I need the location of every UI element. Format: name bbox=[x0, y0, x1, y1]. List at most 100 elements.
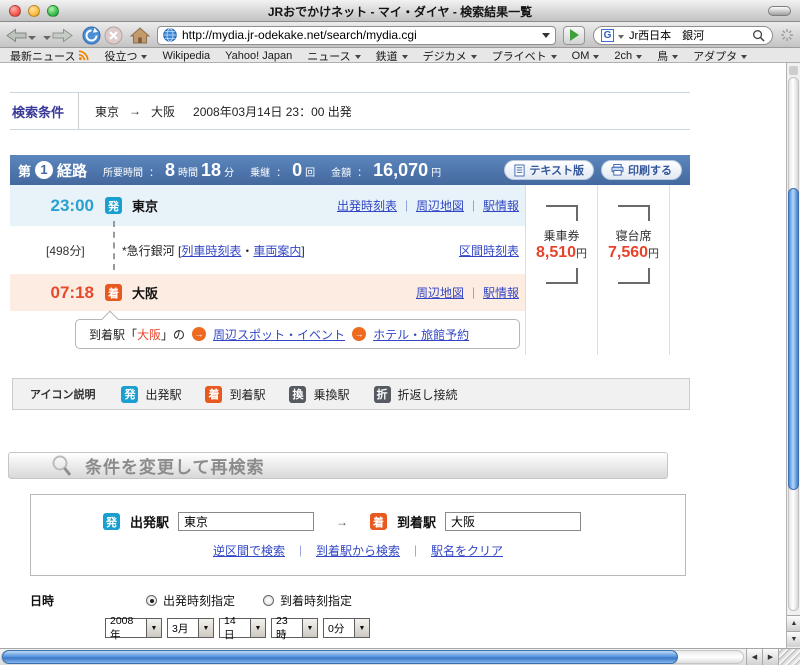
search-conditions-label: 検索条件 bbox=[12, 104, 65, 120]
select-arrow-icon[interactable]: ▼ bbox=[198, 619, 213, 637]
scroll-down-button[interactable]: ▼ bbox=[787, 631, 800, 647]
url-input[interactable] bbox=[182, 28, 537, 42]
bookmark-item-news[interactable]: 最新ニュース bbox=[10, 48, 89, 64]
text-version-button[interactable]: テキスト版 bbox=[504, 160, 594, 180]
fare-berth: 寝台席 7,560円 bbox=[598, 185, 670, 355]
radio-arrive-time[interactable]: 到着時刻指定 bbox=[263, 592, 352, 609]
datetime-label: 日時 bbox=[30, 594, 55, 608]
link-departure-timetable[interactable]: 出発時刻表 bbox=[337, 197, 397, 214]
bookmark-item-nyusu[interactable]: ニュース bbox=[307, 48, 361, 64]
select-arrow-icon[interactable]: ▼ bbox=[354, 619, 369, 637]
chevron-down-icon bbox=[141, 55, 148, 59]
v-scroll-thumb[interactable] bbox=[788, 188, 799, 490]
fare-price: 8,510円 bbox=[535, 244, 588, 261]
transfer-badge-icon: 換 bbox=[289, 385, 307, 403]
link-search-from-arrival[interactable]: 到着駅から検索 bbox=[316, 542, 400, 559]
forward-button[interactable] bbox=[41, 28, 73, 43]
search-field[interactable]: G bbox=[593, 25, 773, 45]
circle-arrow-icon: → bbox=[352, 327, 367, 341]
select-arrow-icon[interactable]: ▼ bbox=[302, 619, 317, 637]
print-button[interactable]: 印刷する bbox=[601, 160, 682, 180]
bookmark-item-wikipedia[interactable]: Wikipedia bbox=[162, 50, 210, 62]
search-engine-icon[interactable]: G bbox=[601, 28, 614, 42]
h-scroll-thumb[interactable] bbox=[2, 650, 678, 664]
go-button[interactable] bbox=[563, 25, 585, 45]
radio-depart-time[interactable]: 出発時刻指定 bbox=[146, 592, 235, 609]
zoom-window-button[interactable] bbox=[47, 5, 59, 17]
link-hotel-reservation[interactable]: ホテル・旅館予約 bbox=[373, 326, 469, 343]
radio-button-icon[interactable] bbox=[146, 595, 157, 606]
link-departure-station-info[interactable]: 駅情報 bbox=[483, 197, 519, 214]
legend-item-turnback: 折 折返し接続 bbox=[373, 385, 458, 403]
hour-select[interactable]: 23時 ▼ bbox=[271, 615, 318, 641]
route-amount: 金額 ： 16,070 円 bbox=[331, 159, 442, 180]
link-train-timetable[interactable]: 列車時刻表 bbox=[181, 244, 241, 258]
scroll-left-button[interactable]: ◀ bbox=[746, 649, 762, 665]
bookmark-item-tori[interactable]: 鳥 bbox=[657, 48, 679, 64]
search-input[interactable] bbox=[629, 29, 749, 41]
radio-button-icon[interactable] bbox=[263, 595, 275, 606]
link-reverse-search[interactable]: 逆区間で検索 bbox=[213, 542, 285, 559]
search-conditions-value: 東京 → 大阪 2008年03月14日 23：00 出発 bbox=[79, 103, 352, 120]
route-line bbox=[113, 221, 115, 270]
arrow-right-icon: → bbox=[129, 104, 142, 118]
v-scrollbar[interactable]: ▲ ▼ bbox=[786, 63, 800, 648]
stop-button[interactable] bbox=[104, 26, 123, 45]
back-button[interactable] bbox=[6, 28, 38, 43]
h-scrollbar[interactable]: ◀ ▶ bbox=[0, 648, 800, 665]
bookmark-item-yahoo-japan[interactable]: Yahoo! Japan bbox=[225, 50, 292, 62]
month-select[interactable]: 3月 ▼ bbox=[167, 618, 214, 638]
to-station-input[interactable] bbox=[445, 512, 582, 531]
bookmark-item-yakudatsu[interactable]: 役立つ bbox=[104, 48, 148, 64]
document-icon bbox=[514, 164, 525, 176]
scroll-right-button[interactable]: ▶ bbox=[762, 649, 778, 665]
minimize-window-button[interactable] bbox=[28, 5, 40, 17]
reload-icon bbox=[82, 26, 101, 44]
link-clear-stations[interactable]: 駅名をクリア bbox=[431, 542, 503, 559]
from-label: 出発駅 bbox=[130, 515, 170, 530]
chevron-down-icon bbox=[354, 55, 361, 59]
from-station-input[interactable] bbox=[178, 512, 315, 531]
minute-select[interactable]: 0分 ▼ bbox=[323, 618, 370, 638]
reload-button[interactable] bbox=[82, 26, 101, 45]
bookmark-item-2ch[interactable]: 2ch bbox=[614, 50, 643, 62]
route-number-badge: 1 bbox=[35, 161, 54, 179]
window-title: JRおでかけネット - マイ・ダイヤ - 検索結果一覧 bbox=[267, 4, 533, 19]
year-select[interactable]: 2008年 ▼ bbox=[105, 615, 162, 641]
bookmark-item-dejikame[interactable]: デジカメ bbox=[423, 48, 477, 64]
bookmark-item-private[interactable]: プライベト bbox=[492, 48, 557, 64]
resize-grip[interactable] bbox=[778, 649, 800, 665]
bookmark-item-om[interactable]: OM bbox=[572, 50, 600, 62]
link-spot-event[interactable]: 周辺スポット・イベント bbox=[213, 326, 345, 343]
fare-label: 乗車券 bbox=[543, 229, 580, 243]
select-arrow-icon[interactable]: ▼ bbox=[250, 619, 265, 637]
arrow-right-icon: → bbox=[336, 514, 349, 529]
scroll-up-button[interactable]: ▲ bbox=[787, 615, 800, 631]
forward-menu-arrow-icon[interactable] bbox=[43, 36, 51, 40]
toolbar-toggle-pill[interactable] bbox=[768, 6, 791, 16]
close-window-button[interactable] bbox=[9, 5, 21, 17]
link-car-info[interactable]: 車両案内 bbox=[253, 244, 301, 258]
research-title: 条件を変更して再検索 bbox=[85, 458, 265, 477]
back-menu-arrow-icon[interactable] bbox=[28, 36, 36, 40]
link-departure-area-map[interactable]: 周辺地図 bbox=[416, 197, 464, 214]
bookmark-item-adapter[interactable]: アダプタ bbox=[693, 48, 748, 64]
url-field[interactable] bbox=[157, 25, 556, 45]
select-arrow-icon[interactable]: ▼ bbox=[146, 619, 161, 637]
link-section-timetable[interactable]: 区間時刻表 bbox=[459, 242, 519, 259]
legend-item-transfer: 換 乗換駅 bbox=[289, 385, 350, 403]
search-engine-menu-arrow-icon[interactable] bbox=[618, 34, 624, 39]
bookmark-item-tetsudo[interactable]: 鉄道 bbox=[376, 48, 408, 64]
url-dropdown-arrow-icon[interactable] bbox=[542, 32, 550, 38]
legend-label: アイコン説明 bbox=[30, 389, 96, 401]
legend-item-arrive: 着 到着駅 bbox=[205, 385, 265, 403]
route-number-prefix: 第 bbox=[18, 163, 32, 179]
fare-label: 寝台席 bbox=[615, 229, 652, 243]
home-button[interactable] bbox=[130, 26, 150, 44]
link-arrival-area-map[interactable]: 周辺地図 bbox=[416, 284, 464, 301]
link-arrival-station-info[interactable]: 駅情報 bbox=[483, 284, 519, 301]
departure-badge: 発 bbox=[105, 197, 122, 214]
day-select[interactable]: 14日 ▼ bbox=[219, 615, 266, 641]
station-form-box: 発 出発駅 → 着 到着駅 逆区間で検索 ｜ 到着駅から検索 ｜ 駅名をクリア bbox=[30, 494, 686, 576]
arrival-badge: 着 bbox=[105, 284, 122, 301]
